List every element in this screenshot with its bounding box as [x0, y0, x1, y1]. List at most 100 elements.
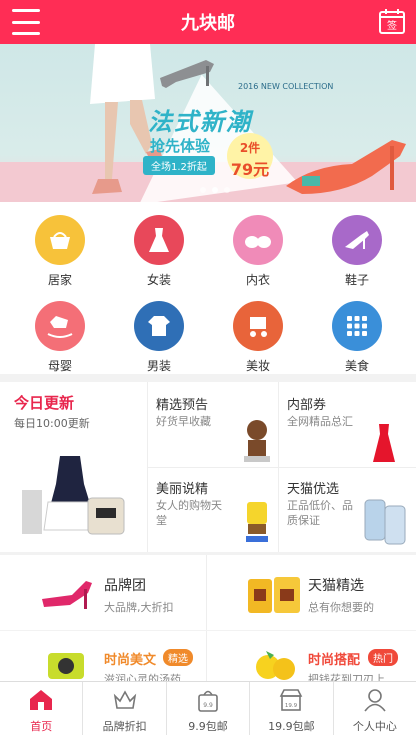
category-label: 男装 [146, 359, 171, 373]
user-icon [364, 689, 386, 712]
category-beauty[interactable]: 美妆 [206, 288, 310, 374]
sponge-toy-image [246, 502, 268, 542]
category-baby[interactable]: 母婴 [8, 288, 112, 374]
app-root: 九块邮 签 2016 NEW COLLECTION 法式新潮 抢先体验 全场1.… [0, 0, 416, 735]
shop-icon: 19.9 [280, 689, 303, 711]
tab-home[interactable]: 首页 [0, 682, 84, 735]
category-grid: 居家 女装 内衣 鞋子 母婴 男装 美妆 美食 [0, 202, 416, 374]
menu-icon[interactable] [12, 9, 40, 35]
home-icon [30, 690, 53, 710]
tmall-select-card[interactable]: 天猫优选 正品低价、品质保证 [279, 468, 416, 552]
category-shoes[interactable]: 鞋子 [305, 202, 409, 288]
dress-icon [134, 215, 184, 265]
preview-title: 精选预告 [156, 398, 209, 413]
price-count: 2件 [239, 141, 261, 155]
stroller-icon [233, 301, 283, 351]
today-title: 今日更新 [14, 394, 75, 412]
products-image [22, 456, 125, 535]
carousel-dot[interactable] [200, 187, 206, 193]
category-label: 母婴 [47, 359, 72, 373]
carousel-dot[interactable] [224, 187, 230, 193]
banner-discount: 全场1.2折起 [143, 156, 215, 175]
today-update-card[interactable]: 今日更新 每日10:00更新 [0, 382, 147, 552]
brand-group-title: 品牌团 [104, 578, 146, 594]
carousel-dot-active[interactable] [212, 187, 218, 193]
price-badge: 2件 79元 [227, 133, 273, 179]
meilishuo-card[interactable]: 美丽说精 女人的购物天堂 [148, 468, 278, 552]
fashion-article-title: 时尚美文 [104, 653, 157, 668]
tab-199-free-shipping[interactable]: 19.9 19.9包邮 [250, 682, 334, 735]
fashion-article-card[interactable]: 时尚美文 精选 滋润心灵的汤药 [0, 631, 207, 681]
fashion-row: 时尚美文 精选 滋润心灵的汤药 时尚搭配 热门 把钱花到刀刃上 [0, 631, 416, 681]
carousel-dots[interactable] [200, 187, 230, 193]
sign-label: 签 [387, 19, 397, 32]
coupon-title: 内部券 [287, 398, 327, 413]
promo-section: 今日更新 每日10:00更新 精选预告 好货早收藏 内部券 全网精品总汇 美丽说… [0, 382, 416, 552]
meilishuo-title: 美丽说精 [156, 482, 209, 497]
grid-icon [332, 301, 382, 351]
preview-card[interactable]: 精选预告 好货早收藏 [148, 382, 278, 467]
top-header: 九块邮 签 [0, 0, 416, 44]
category-label: 美食 [344, 359, 369, 373]
tab-profile[interactable]: 个人中心 [334, 682, 416, 735]
svg-text:9.9: 9.9 [203, 702, 213, 709]
camera-image [48, 653, 84, 679]
promo-banner[interactable]: 2016 NEW COLLECTION 法式新潮 抢先体验 全场1.2折起 2件… [0, 44, 416, 202]
bottom-tab-bar: 首页 品牌折扣 9.9 9.9包邮 19.9 19.9包邮 个人中心 [0, 681, 416, 735]
category-menswear[interactable]: 男装 [107, 288, 211, 374]
tab-label: 19.9包邮 [268, 720, 315, 733]
app-title: 九块邮 [181, 13, 235, 34]
category-label: 内衣 [245, 273, 270, 287]
red-dress-image [373, 424, 395, 462]
luggage-image [248, 577, 300, 613]
fashion-match-subtitle: 把钱花到刀刃上 [308, 673, 385, 681]
brand-group-card[interactable]: 品牌团 大品牌,大折扣 [0, 555, 207, 630]
tab-99-free-shipping[interactable]: 9.9 9.9包邮 [167, 682, 251, 735]
calendar-sign-icon[interactable]: 签 [378, 7, 406, 35]
banner-subline: 抢先体验 [150, 137, 211, 155]
category-label: 鞋子 [344, 273, 369, 287]
tmall-pick-card[interactable]: 天猫精选 总有你想要的 [208, 555, 416, 630]
category-label: 女装 [146, 273, 171, 287]
tmall-select-title: 天猫优选 [287, 482, 340, 497]
tab-label: 9.9包邮 [188, 720, 228, 733]
category-label: 美妆 [245, 359, 270, 373]
basket-icon [35, 215, 85, 265]
heel-icon [332, 215, 382, 265]
pink-heel-image [42, 581, 92, 609]
tab-label: 个人中心 [352, 720, 397, 733]
fashion-match-tag: 热门 [368, 649, 398, 666]
tab-label: 首页 [30, 720, 53, 733]
grey-shoe-image [160, 60, 214, 88]
phone-case-image [364, 499, 406, 545]
tmall-select-subtitle: 正品低价、品质保证 [287, 499, 353, 527]
crown-icon [113, 690, 136, 709]
bra-icon [233, 215, 283, 265]
bear-figure-image [244, 420, 270, 462]
category-label: 居家 [47, 273, 72, 287]
meilishuo-subtitle: 女人的购物天堂 [156, 499, 222, 527]
category-womenswear[interactable]: 女装 [107, 202, 211, 288]
fashion-article-subtitle: 滋润心灵的汤药 [104, 673, 181, 681]
lemon-image [256, 651, 295, 680]
tmall-pick-subtitle: 总有你想要的 [308, 601, 374, 614]
collection-label: 2016 NEW COLLECTION [238, 82, 334, 91]
tab-brand-discount[interactable]: 品牌折扣 [83, 682, 167, 735]
fashion-article-tag: 精选 [163, 649, 193, 666]
fashion-match-card[interactable]: 时尚搭配 热门 把钱花到刀刃上 [208, 631, 416, 681]
today-subtitle: 每日10:00更新 [14, 417, 90, 430]
coupon-card[interactable]: 内部券 全网精品总汇 [279, 382, 416, 467]
preview-subtitle: 好货早收藏 [156, 415, 211, 428]
rocking-horse-icon [35, 301, 85, 351]
category-food[interactable]: 美食 [305, 288, 409, 374]
coupon-subtitle: 全网精品总汇 [287, 415, 353, 428]
tab-label: 品牌折扣 [102, 720, 147, 733]
bag-icon: 9.9 [198, 690, 218, 712]
orange-shoe-image [286, 140, 406, 194]
category-home[interactable]: 居家 [8, 202, 112, 288]
brand-row: 品牌团 大品牌,大折扣 天猫精选 总有你想要的 [0, 555, 416, 630]
svg-text:19.9: 19.9 [285, 703, 298, 709]
category-underwear[interactable]: 内衣 [206, 202, 310, 288]
price-value: 79元 [230, 160, 270, 179]
tmall-pick-title: 天猫精选 [308, 578, 364, 594]
